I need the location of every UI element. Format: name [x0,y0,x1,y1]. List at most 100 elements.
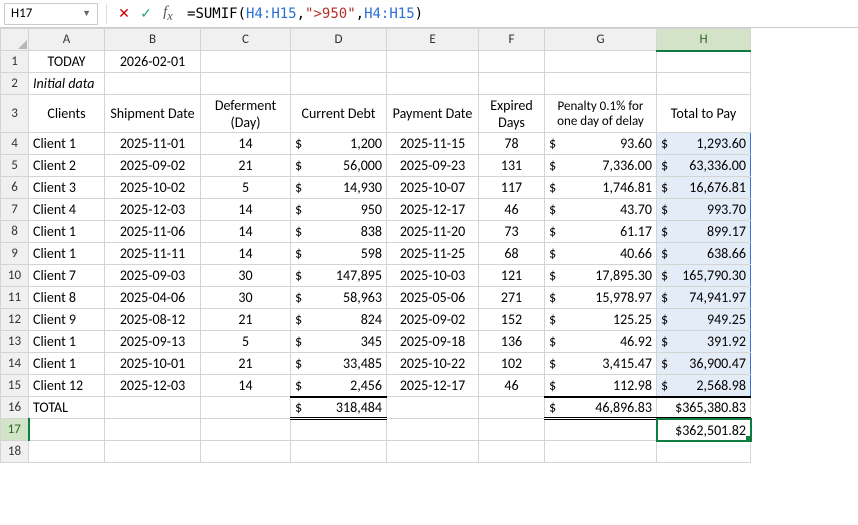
cell[interactable]: $7,336.00 [545,155,657,177]
select-all-corner[interactable] [1,29,29,51]
cell[interactable]: 2025-11-06 [105,221,201,243]
cell[interactable] [291,73,387,95]
cell[interactable]: $16,676.81 [657,177,751,199]
header-penalty[interactable]: Penalty 0.1% for one day of delay [545,95,657,133]
cell[interactable] [479,419,545,441]
cell[interactable]: $93.60 [545,133,657,155]
col-header-a[interactable]: A [29,29,105,51]
cell[interactable] [29,419,105,441]
cell[interactable] [545,419,657,441]
cell[interactable] [291,441,387,463]
row-header[interactable]: 13 [1,331,29,353]
row-header[interactable]: 4 [1,133,29,155]
cell[interactable]: 2025-04-06 [105,287,201,309]
col-header-d[interactable]: D [291,29,387,51]
cell[interactable]: 2025-10-01 [105,353,201,375]
col-header-f[interactable]: F [479,29,545,51]
cell[interactable] [545,441,657,463]
cell[interactable]: Client 4 [29,199,105,221]
cell[interactable]: $838 [291,221,387,243]
row-header[interactable]: 12 [1,309,29,331]
cell[interactable]: $36,900.47 [657,353,751,375]
header-payment[interactable]: Payment Date [387,95,479,133]
cell[interactable]: $949.25 [657,309,751,331]
cell[interactable]: 2025-09-18 [387,331,479,353]
cell[interactable]: $638.66 [657,243,751,265]
cell[interactable]: $147,895 [291,265,387,287]
cell[interactable]: 2025-12-03 [105,375,201,397]
cell[interactable] [291,51,387,73]
cell[interactable]: $2,568.98 [657,375,751,397]
chevron-down-icon[interactable]: ▼ [82,8,91,19]
row-header[interactable]: 9 [1,243,29,265]
cell[interactable]: 30 [201,287,291,309]
row-header[interactable]: 11 [1,287,29,309]
cell[interactable]: 14 [201,221,291,243]
row-header[interactable]: 5 [1,155,29,177]
cell[interactable]: 5 [201,331,291,353]
cell[interactable] [479,73,545,95]
cell[interactable]: $33,485 [291,353,387,375]
col-header-c[interactable]: C [201,29,291,51]
row-header[interactable]: 16 [1,397,29,419]
cell[interactable]: 21 [201,353,291,375]
cell[interactable]: 102 [479,353,545,375]
cell[interactable]: $17,895.30 [545,265,657,287]
cell[interactable]: $165,790.30 [657,265,751,287]
cell[interactable]: 136 [479,331,545,353]
row-header[interactable]: 2 [1,73,29,95]
cell[interactable]: 14 [201,133,291,155]
cell[interactable] [201,419,291,441]
cell[interactable]: 30 [201,265,291,287]
cell[interactable]: Client 2 [29,155,105,177]
cell[interactable]: 21 [201,155,291,177]
cell[interactable] [479,397,545,419]
cell[interactable]: TODAY [29,51,105,73]
cell[interactable]: 2025-10-02 [105,177,201,199]
cell[interactable] [105,73,201,95]
cell[interactable] [201,441,291,463]
row-header[interactable]: 17 [1,419,29,441]
cell[interactable]: Client 1 [29,243,105,265]
cell[interactable]: 2025-09-03 [105,265,201,287]
cell[interactable]: $56,000 [291,155,387,177]
cell[interactable]: $391.92 [657,331,751,353]
row-header[interactable]: 15 [1,375,29,397]
cell[interactable]: $950 [291,199,387,221]
cell[interactable]: 2025-12-17 [387,199,479,221]
cell[interactable]: $3,415.47 [545,353,657,375]
cell-total-d[interactable]: $318,484 [291,397,387,419]
cell[interactable]: $1,293.60 [657,133,751,155]
cell[interactable]: $63,336.00 [657,155,751,177]
cell[interactable]: 14 [201,243,291,265]
row-header[interactable]: 1 [1,51,29,73]
col-header-g[interactable]: G [545,29,657,51]
cell[interactable]: $112.98 [545,375,657,397]
confirm-icon[interactable]: ✓ [137,5,155,22]
cell-active[interactable]: $362,501.82 [657,419,751,441]
cell[interactable]: 2025-11-20 [387,221,479,243]
row-header[interactable]: 3 [1,95,29,133]
col-header-e[interactable]: E [387,29,479,51]
cell[interactable]: 68 [479,243,545,265]
row-header[interactable]: 6 [1,177,29,199]
cell[interactable]: Client 1 [29,133,105,155]
cell[interactable]: $1,200 [291,133,387,155]
header-debt[interactable]: Current Debt [291,95,387,133]
cell[interactable]: 2025-08-12 [105,309,201,331]
cell[interactable]: 2025-10-03 [387,265,479,287]
cell-total-g[interactable]: $46,896.83 [545,397,657,419]
cell[interactable]: 2025-11-11 [105,243,201,265]
cell-total-label[interactable]: TOTAL [29,397,105,419]
cell[interactable]: 2025-09-13 [105,331,201,353]
cell[interactable]: 2025-09-02 [387,309,479,331]
grid[interactable]: A B C D E F G H 1 TODAY 2026-02-01 2 Ini… [0,28,858,463]
cell[interactable]: Client 9 [29,309,105,331]
cell[interactable]: 271 [479,287,545,309]
cell[interactable]: Client 1 [29,221,105,243]
cell[interactable]: 2026-02-01 [105,51,201,73]
cell[interactable]: $345 [291,331,387,353]
cell[interactable]: Client 12 [29,375,105,397]
row-header[interactable]: 14 [1,353,29,375]
cell[interactable] [387,419,479,441]
